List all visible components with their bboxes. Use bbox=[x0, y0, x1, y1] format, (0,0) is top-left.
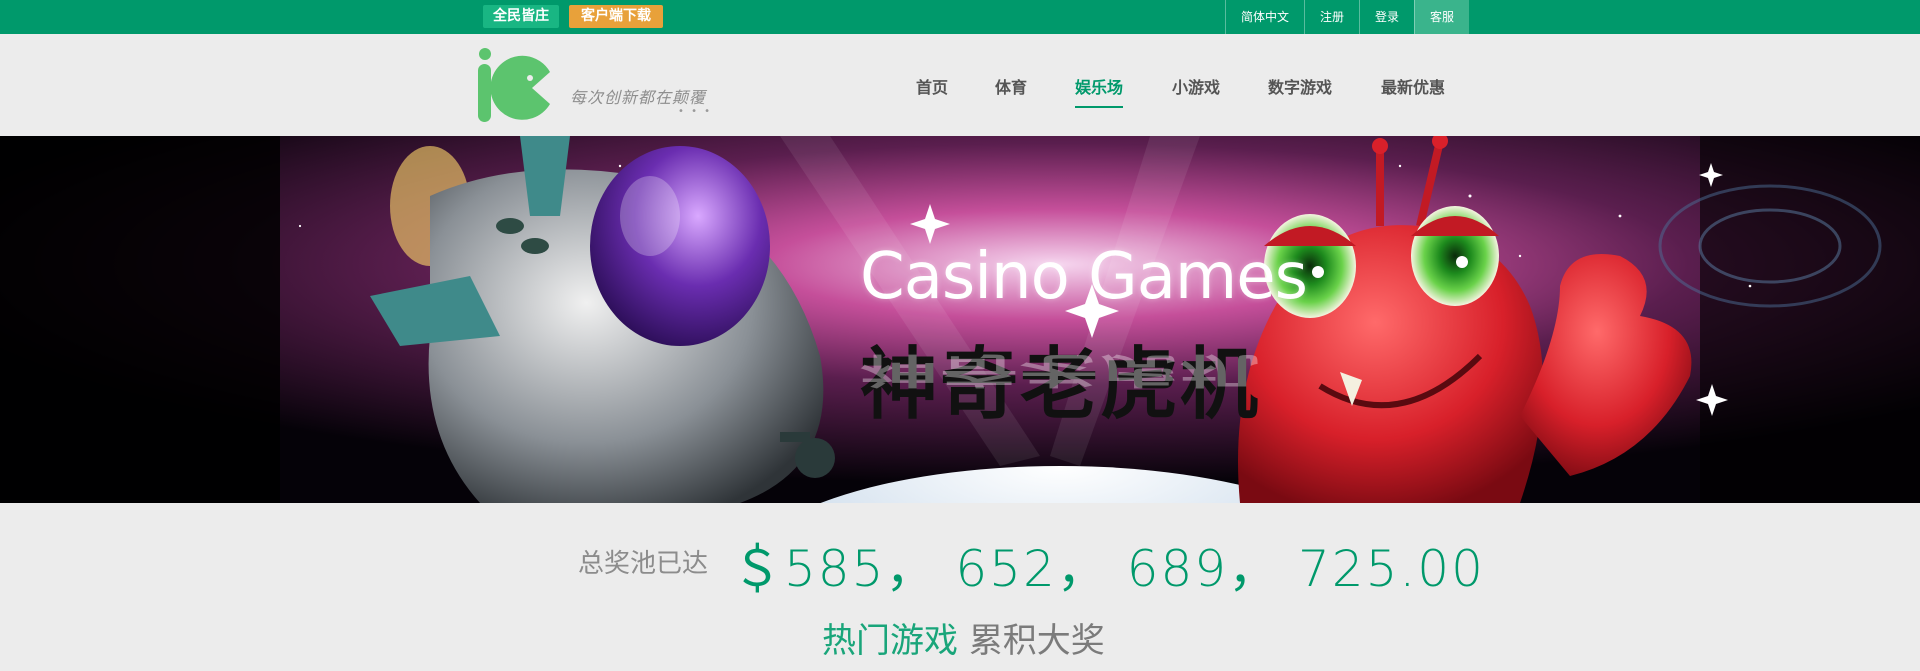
jackpot-amount: ＄585， 652， 689， 725.00 bbox=[732, 540, 1485, 598]
banner-title-reflection: 神奇老虎机 bbox=[860, 349, 1261, 390]
language-link[interactable]: 简体中文 bbox=[1225, 0, 1304, 34]
nav-sports[interactable]: 体育 bbox=[995, 78, 1027, 108]
customer-service-link[interactable]: 客服 bbox=[1414, 0, 1470, 34]
jackpot-section: 总奖池已达 ＄585， 652， 689， 725.00 热门游戏 累积大奖 bbox=[0, 503, 1920, 671]
all-banker-badge[interactable]: 全民皆庄 bbox=[483, 5, 559, 28]
banner-title-english: Casino Games bbox=[860, 240, 1308, 314]
jackpot-label: 总奖池已达 bbox=[578, 549, 709, 579]
jackpot-subtitle: 热门游戏 累积大奖 bbox=[822, 613, 1105, 662]
top-bar: 全民皆庄 客户端下载 简体中文 注册 登录 客服 bbox=[0, 0, 1920, 34]
top-links: 简体中文 注册 登录 客服 bbox=[1225, 0, 1470, 34]
login-link[interactable]: 登录 bbox=[1359, 0, 1414, 34]
nav-casino[interactable]: 娱乐场 bbox=[1075, 78, 1124, 108]
nav-mini-games[interactable]: 小游戏 bbox=[1172, 78, 1220, 108]
main-nav: 首页 体育 娱乐场 小游戏 数字游戏 最新优惠 bbox=[0, 78, 1920, 108]
nav-casino-label: 娱乐场 bbox=[1075, 78, 1124, 97]
banner-artwork bbox=[0, 136, 1920, 503]
nav-promotions[interactable]: 最新优惠 bbox=[1381, 78, 1445, 108]
nav-digital-games[interactable]: 数字游戏 bbox=[1268, 78, 1332, 108]
accumulated-prize-text: 累积大奖 bbox=[968, 621, 1105, 661]
nav-home[interactable]: 首页 bbox=[916, 78, 948, 108]
hero-banner[interactable]: Casino Games 神奇老虎机 神奇老虎机 bbox=[0, 136, 1920, 503]
hot-games-text: 热门游戏 bbox=[822, 621, 958, 661]
site-header: 每次创新都在颠覆 • • • 首页 体育 娱乐场 小游戏 数字游戏 最新优惠 bbox=[0, 34, 1920, 136]
register-link[interactable]: 注册 bbox=[1304, 0, 1359, 34]
client-download-button[interactable]: 客户端下载 bbox=[569, 5, 663, 28]
nav-active-underline bbox=[1075, 106, 1124, 108]
